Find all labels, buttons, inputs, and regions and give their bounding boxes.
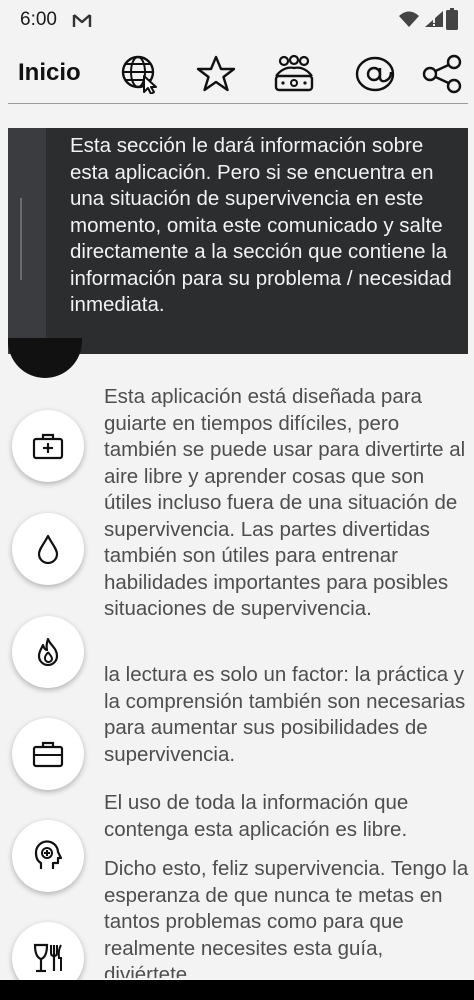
mind-button[interactable] xyxy=(12,820,84,892)
star-icon[interactable] xyxy=(196,54,236,94)
battery-icon xyxy=(446,8,458,30)
first-aid-kit-icon xyxy=(32,433,64,460)
status-bar: 6:00 xyxy=(0,0,474,40)
body-paragraph-2: la lectura es solo un factor: la práctic… xyxy=(104,663,466,766)
intro-text: Esta sección le dará información sobre e… xyxy=(70,134,452,316)
fire-button[interactable] xyxy=(12,616,84,688)
body-paragraph-4: Dicho esto, feliz supervivencia. Tengo l… xyxy=(104,857,469,978)
gmail-icon xyxy=(72,14,92,27)
intro-scrollbar[interactable] xyxy=(20,198,22,280)
mind-icon xyxy=(34,840,63,869)
app-bar: Inicio xyxy=(0,40,474,104)
at-sign-icon[interactable] xyxy=(355,54,395,94)
water-drop-icon xyxy=(37,534,59,565)
signal-icon xyxy=(425,11,443,27)
fire-icon xyxy=(37,637,59,667)
food-utensils-icon xyxy=(33,943,62,973)
intro-panel: Esta sección le dará información sobre e… xyxy=(8,128,468,354)
share-icon[interactable] xyxy=(422,54,462,94)
header-divider xyxy=(8,103,468,104)
intro-stripe xyxy=(8,128,46,354)
tools-button[interactable] xyxy=(12,718,84,790)
partial-round-button[interactable] xyxy=(8,338,82,378)
group-icon[interactable] xyxy=(274,54,314,94)
wifi-icon xyxy=(399,11,419,27)
toolbox-icon xyxy=(32,741,64,768)
globe-cursor-icon[interactable] xyxy=(120,54,160,94)
navigation-bar xyxy=(0,980,474,1000)
first-aid-button[interactable] xyxy=(12,410,84,482)
body-paragraph-1: Esta aplicación está diseñada para guiar… xyxy=(104,385,466,620)
water-button[interactable] xyxy=(12,513,84,585)
body-paragraph-3: El uso de toda la información que conten… xyxy=(104,791,409,841)
status-time: 6:00 xyxy=(20,9,57,30)
page-title: Inicio xyxy=(18,59,81,86)
